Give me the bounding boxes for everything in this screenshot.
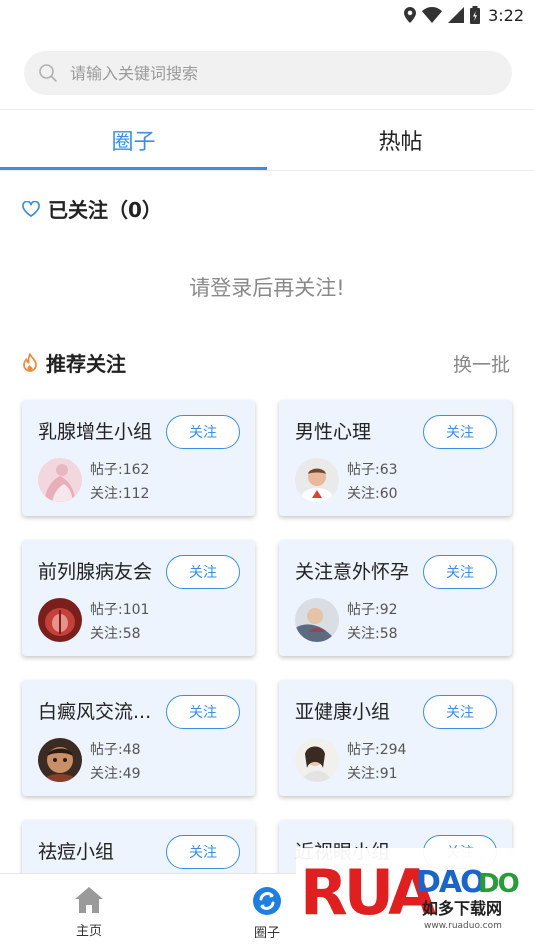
status-icons: 3:22 — [404, 4, 524, 26]
followed-title: 已关注（0） — [48, 198, 162, 222]
follow-button[interactable]: 关注 — [166, 555, 240, 589]
recommend-title: 推荐关注 — [46, 352, 126, 376]
group-name: 亚健康小组 — [295, 701, 391, 723]
nav-label: 主页 — [75, 924, 102, 939]
avatar — [38, 598, 82, 642]
follow-button[interactable]: 关注 — [423, 695, 497, 729]
follows-count: 关注:91 — [347, 766, 398, 782]
status-bar: 3:22 — [0, 0, 534, 30]
svg-text:DO: DO — [478, 869, 519, 899]
tab-circles[interactable]: 圈子 — [0, 110, 267, 170]
login-hint[interactable]: 请登录后再关注! — [0, 272, 534, 302]
heart-icon — [22, 200, 40, 217]
circle-icon — [253, 887, 281, 915]
search-bar[interactable] — [24, 51, 512, 95]
avatar — [295, 738, 339, 782]
svg-text:如多下载网: 如多下载网 — [422, 899, 502, 918]
avatar — [295, 458, 339, 502]
tab-bar: 圈子 热帖 — [0, 110, 534, 170]
group-name: 祛痘小组 — [38, 841, 115, 863]
group-name: 乳腺增生小组 — [38, 421, 153, 443]
follow-button[interactable]: 关注 — [423, 555, 497, 589]
follow-button[interactable]: 关注 — [166, 415, 240, 449]
posts-count: 帖子:162 — [90, 462, 150, 478]
status-time: 3:22 — [488, 5, 524, 25]
battery-icon — [470, 6, 481, 24]
posts-count: 帖子:63 — [347, 462, 398, 478]
search-input[interactable] — [70, 63, 470, 83]
follow-button[interactable]: 关注 — [423, 415, 497, 449]
follows-count: 关注:49 — [90, 766, 141, 782]
divider — [0, 170, 534, 171]
group-name: 前列腺病友会 — [38, 561, 153, 583]
followed-header: 已关注（0） — [22, 194, 162, 223]
avatar — [295, 598, 339, 642]
group-card[interactable]: 男性心理 关注 帖子:63 关注:60 — [279, 400, 512, 516]
fire-icon — [23, 352, 37, 372]
search-icon — [39, 64, 57, 82]
follow-button[interactable]: 关注 — [166, 835, 240, 869]
group-name: 男性心理 — [295, 421, 372, 443]
tab-label: 圈子 — [111, 130, 156, 155]
posts-count: 帖子:92 — [347, 602, 398, 618]
group-name: 白癜风交流... — [38, 701, 152, 723]
group-card[interactable]: 白癜风交流... 关注 帖子:48 关注:49 — [22, 680, 255, 796]
group-card[interactable]: 关注意外怀孕 关注 帖子:92 关注:58 — [279, 540, 512, 656]
follows-count: 关注:58 — [347, 626, 398, 642]
group-card[interactable]: 亚健康小组 关注 帖子:294 关注:91 — [279, 680, 512, 796]
tab-label: 热帖 — [378, 130, 423, 155]
watermark-logo: RUA DAO DO 如多下载网 www.ruaduo.com — [296, 848, 534, 938]
posts-count: 帖子:48 — [90, 742, 141, 758]
wifi-icon — [422, 7, 443, 23]
recommend-header: 推荐关注 — [22, 348, 126, 377]
avatar — [38, 458, 82, 502]
avatar — [38, 738, 82, 782]
signal-icon — [448, 7, 465, 23]
follows-count: 关注:58 — [90, 626, 141, 642]
svg-text:www.ruaduo.com: www.ruaduo.com — [424, 921, 502, 931]
follows-count: 关注:60 — [347, 486, 398, 502]
posts-count: 帖子:294 — [347, 742, 407, 758]
home-icon — [75, 887, 103, 913]
refresh-button[interactable]: 换一批 — [453, 350, 510, 377]
follow-button[interactable]: 关注 — [166, 695, 240, 729]
follows-count: 关注:112 — [90, 486, 150, 502]
group-card[interactable]: 乳腺增生小组 关注 帖子:162 关注:112 — [22, 400, 255, 516]
nav-home[interactable]: 主页 — [49, 886, 129, 939]
watermark-logo-graphic: RUA DAO DO 如多下载网 www.ruaduo.com — [296, 848, 534, 938]
nav-circles[interactable]: 圈子 — [227, 886, 307, 941]
group-name: 关注意外怀孕 — [295, 561, 410, 583]
group-card[interactable]: 前列腺病友会 关注 帖子:101 关注:58 — [22, 540, 255, 656]
location-icon — [404, 7, 417, 23]
posts-count: 帖子:101 — [90, 602, 150, 618]
tab-hot-posts[interactable]: 热帖 — [267, 110, 534, 170]
svg-text:DAO: DAO — [416, 865, 484, 900]
nav-label: 圈子 — [253, 926, 280, 941]
